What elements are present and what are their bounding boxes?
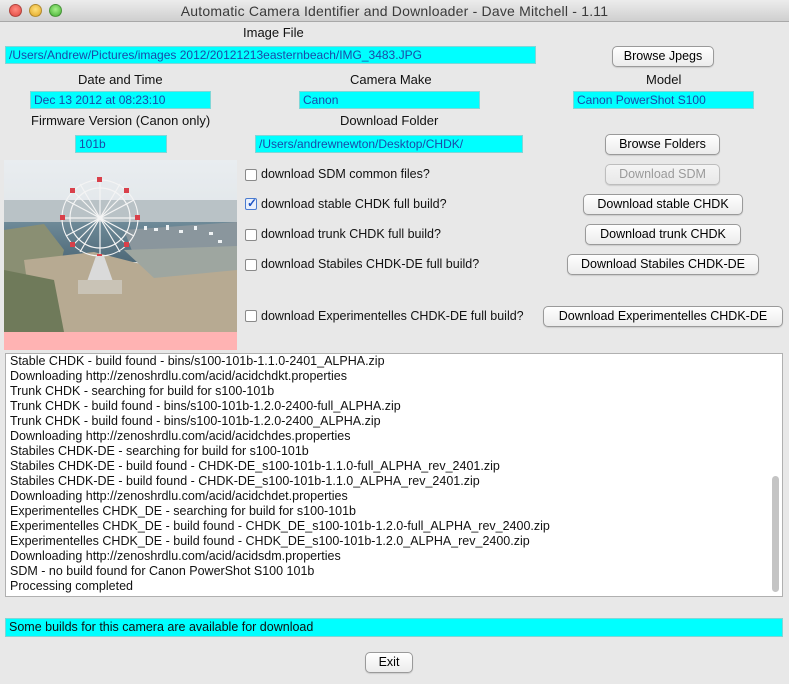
log-line: Stabiles CHDK-DE - build found - CHDK-DE… — [10, 474, 480, 488]
log-lines: Stable CHDK - build found - bins/s100-10… — [10, 354, 550, 594]
log-line: Stable CHDK - build found - bins/s100-10… — [10, 354, 385, 368]
download-experimentelles-chdk-de-button[interactable]: Download Experimentelles CHDK-DE — [543, 306, 783, 327]
download-stable-chdk-button[interactable]: Download stable CHDK — [583, 194, 743, 215]
trunk-chdk-checkbox[interactable] — [245, 229, 257, 241]
camera-make-field[interactable]: Canon — [299, 91, 480, 109]
download-folder-label: Download Folder — [340, 113, 439, 128]
trunk-chdk-checkbox-label: download trunk CHDK full build? — [261, 227, 441, 241]
log-line: Downloading http://zenoshrdlu.com/acid/a… — [10, 549, 341, 563]
log-line: Experimentelles CHDK_DE - build found - … — [10, 534, 530, 548]
title-bar: Automatic Camera Identifier and Download… — [0, 0, 789, 22]
log-line: SDM - no build found for Canon PowerShot… — [10, 564, 315, 578]
window-title: Automatic Camera Identifier and Download… — [180, 3, 609, 19]
date-time-label: Date and Time — [78, 72, 163, 87]
log-line: Stabiles CHDK-DE - build found - CHDK-DE… — [10, 459, 500, 473]
photo-thumbnail — [4, 160, 237, 332]
log-line: Downloading http://zenoshrdlu.com/acid/a… — [10, 429, 351, 443]
firmware-field[interactable]: 101b — [75, 135, 167, 153]
stabiles-chdk-de-checkbox-label: download Stabiles CHDK-DE full build? — [261, 257, 480, 271]
date-time-field[interactable]: Dec 13 2012 at 08:23:10 — [30, 91, 211, 109]
download-trunk-chdk-button[interactable]: Download trunk CHDK — [585, 224, 741, 245]
sdm-checkbox[interactable] — [245, 169, 257, 181]
exit-button[interactable]: Exit — [365, 652, 413, 673]
stable-chdk-checkbox-label: download stable CHDK full build? — [261, 197, 447, 211]
status-message: Some builds for this camera are availabl… — [5, 618, 783, 637]
log-line: Trunk CHDK - build found - bins/s100-101… — [10, 414, 381, 428]
model-label: Model — [646, 72, 682, 87]
stable-chdk-checkbox[interactable]: ✓ — [245, 196, 258, 210]
log-line: Experimentelles CHDK_DE - searching for … — [10, 504, 356, 518]
experimentelles-chdk-de-checkbox-label: download Experimentelles CHDK-DE full bu… — [261, 309, 524, 323]
checkmark-icon: ✓ — [247, 196, 258, 210]
image-file-label: Image File — [243, 25, 304, 40]
log-scrollbar[interactable] — [771, 356, 780, 594]
log-line: Downloading http://zenoshrdlu.com/acid/a… — [10, 489, 348, 503]
sdm-checkbox-label: download SDM common files? — [261, 167, 430, 181]
experimentelles-chdk-de-checkbox[interactable] — [245, 310, 257, 322]
browse-folders-button[interactable]: Browse Folders — [605, 134, 720, 155]
download-stabiles-chdk-de-button[interactable]: Download Stabiles CHDK-DE — [567, 254, 759, 275]
image-file-field[interactable]: /Users/Andrew/Pictures/images 2012/20121… — [5, 46, 536, 64]
stabiles-chdk-de-checkbox[interactable] — [245, 259, 257, 271]
download-sdm-button[interactable]: Download SDM — [605, 164, 720, 185]
log-line: Downloading http://zenoshrdlu.com/acid/a… — [10, 369, 347, 383]
browse-jpegs-button[interactable]: Browse Jpegs — [612, 46, 714, 67]
log-line: Trunk CHDK - build found - bins/s100-101… — [10, 399, 401, 413]
photo-preview — [4, 160, 237, 350]
log-line: Processing completed — [10, 579, 133, 593]
log-line: Experimentelles CHDK_DE - build found - … — [10, 519, 550, 533]
log-line: Trunk CHDK - searching for build for s10… — [10, 384, 275, 398]
firmware-label: Firmware Version (Canon only) — [31, 113, 211, 128]
log-scrollbar-thumb[interactable] — [772, 476, 779, 592]
log-output[interactable]: Stable CHDK - build found - bins/s100-10… — [5, 353, 783, 597]
log-line: Stabiles CHDK-DE - searching for build f… — [10, 444, 309, 458]
download-folder-field[interactable]: /Users/andrewnewton/Desktop/CHDK/ — [255, 135, 523, 153]
camera-make-label: Camera Make — [350, 72, 432, 87]
model-field[interactable]: Canon PowerShot S100 — [573, 91, 754, 109]
